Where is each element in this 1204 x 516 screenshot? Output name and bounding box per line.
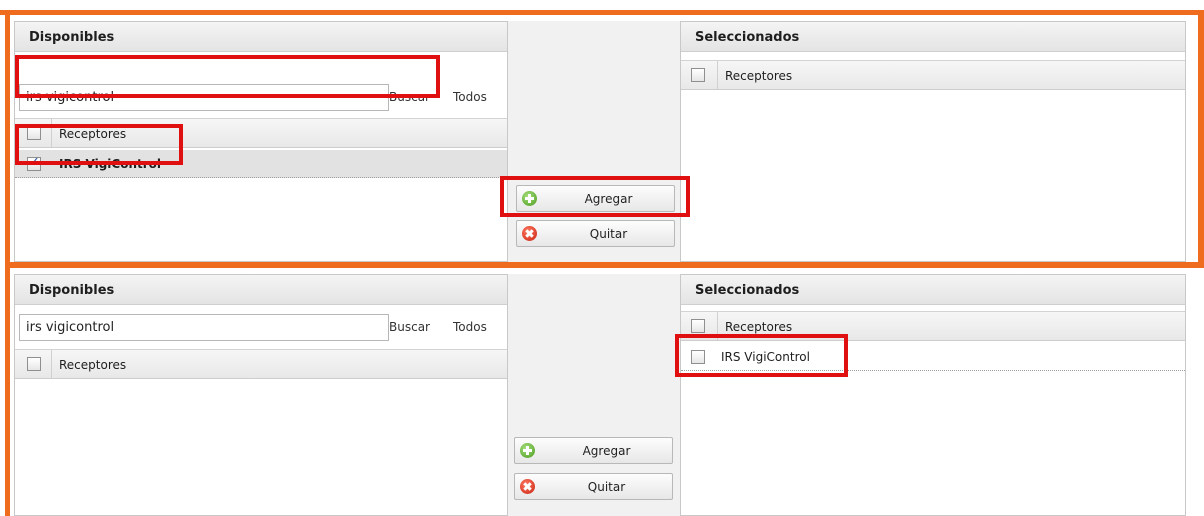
selected-panel: Seleccionados Receptores IRS VigiControl — [680, 274, 1186, 516]
selected-title: Seleccionados — [681, 275, 1185, 305]
row-label: IRS VigiControl — [59, 157, 162, 171]
column-label: Receptores — [59, 127, 127, 141]
column-separator — [51, 119, 52, 147]
actions-column: Agregar Quitar — [508, 274, 680, 516]
all-button[interactable]: Todos — [453, 90, 487, 104]
list-item[interactable]: IRS VigiControl — [681, 343, 1185, 371]
receptores-column-header: Receptores — [15, 118, 507, 148]
available-panel: Disponibles irs vigicontrol Buscar Todos… — [14, 274, 508, 516]
available-panel: Disponibles irs vigicontrol Buscar Todos… — [14, 21, 508, 262]
select-all-checkbox[interactable] — [27, 357, 41, 371]
selected-panel: Seleccionados Receptores — [680, 21, 1186, 262]
receptores-column-header: Receptores — [681, 60, 1185, 90]
row-checkbox[interactable] — [27, 155, 41, 171]
column-label: Receptores — [725, 320, 793, 334]
selected-title: Seleccionados — [681, 22, 1185, 52]
column-label: Receptores — [59, 358, 127, 372]
search-input[interactable]: irs vigicontrol — [19, 84, 389, 111]
select-all-checkbox[interactable] — [691, 319, 705, 333]
remove-label: Quitar — [587, 480, 626, 494]
receptores-column-header: Receptores — [681, 311, 1185, 341]
column-separator — [717, 61, 718, 89]
all-button[interactable]: Todos — [453, 320, 487, 334]
available-title: Disponibles — [15, 22, 507, 52]
column-label: Receptores — [725, 69, 793, 83]
step-after: Disponibles irs vigicontrol Buscar Todos… — [0, 268, 1204, 516]
add-label: Agregar — [582, 444, 631, 458]
actions-column: Agregar Quitar — [508, 21, 680, 262]
column-separator — [717, 312, 718, 340]
remove-label: Quitar — [589, 227, 628, 241]
column-separator — [51, 350, 52, 378]
step-before: Disponibles irs vigicontrol Buscar Todos… — [0, 0, 1204, 262]
row-label: IRS VigiControl — [721, 350, 810, 364]
remove-button[interactable]: Quitar — [516, 220, 675, 247]
remove-button[interactable]: Quitar — [514, 473, 673, 500]
available-title: Disponibles — [15, 275, 507, 305]
search-input[interactable]: irs vigicontrol — [19, 314, 389, 341]
select-all-checkbox[interactable] — [27, 126, 41, 140]
add-label: Agregar — [584, 192, 633, 206]
list-item[interactable]: IRS VigiControl — [15, 150, 507, 178]
receptores-column-header: Receptores — [15, 349, 507, 379]
select-all-checkbox[interactable] — [691, 68, 705, 82]
add-button[interactable]: Agregar — [514, 437, 673, 464]
add-button[interactable]: Agregar — [516, 185, 675, 212]
search-button[interactable]: Buscar — [389, 90, 430, 104]
row-checkbox[interactable] — [691, 350, 705, 364]
search-button[interactable]: Buscar — [389, 320, 430, 334]
